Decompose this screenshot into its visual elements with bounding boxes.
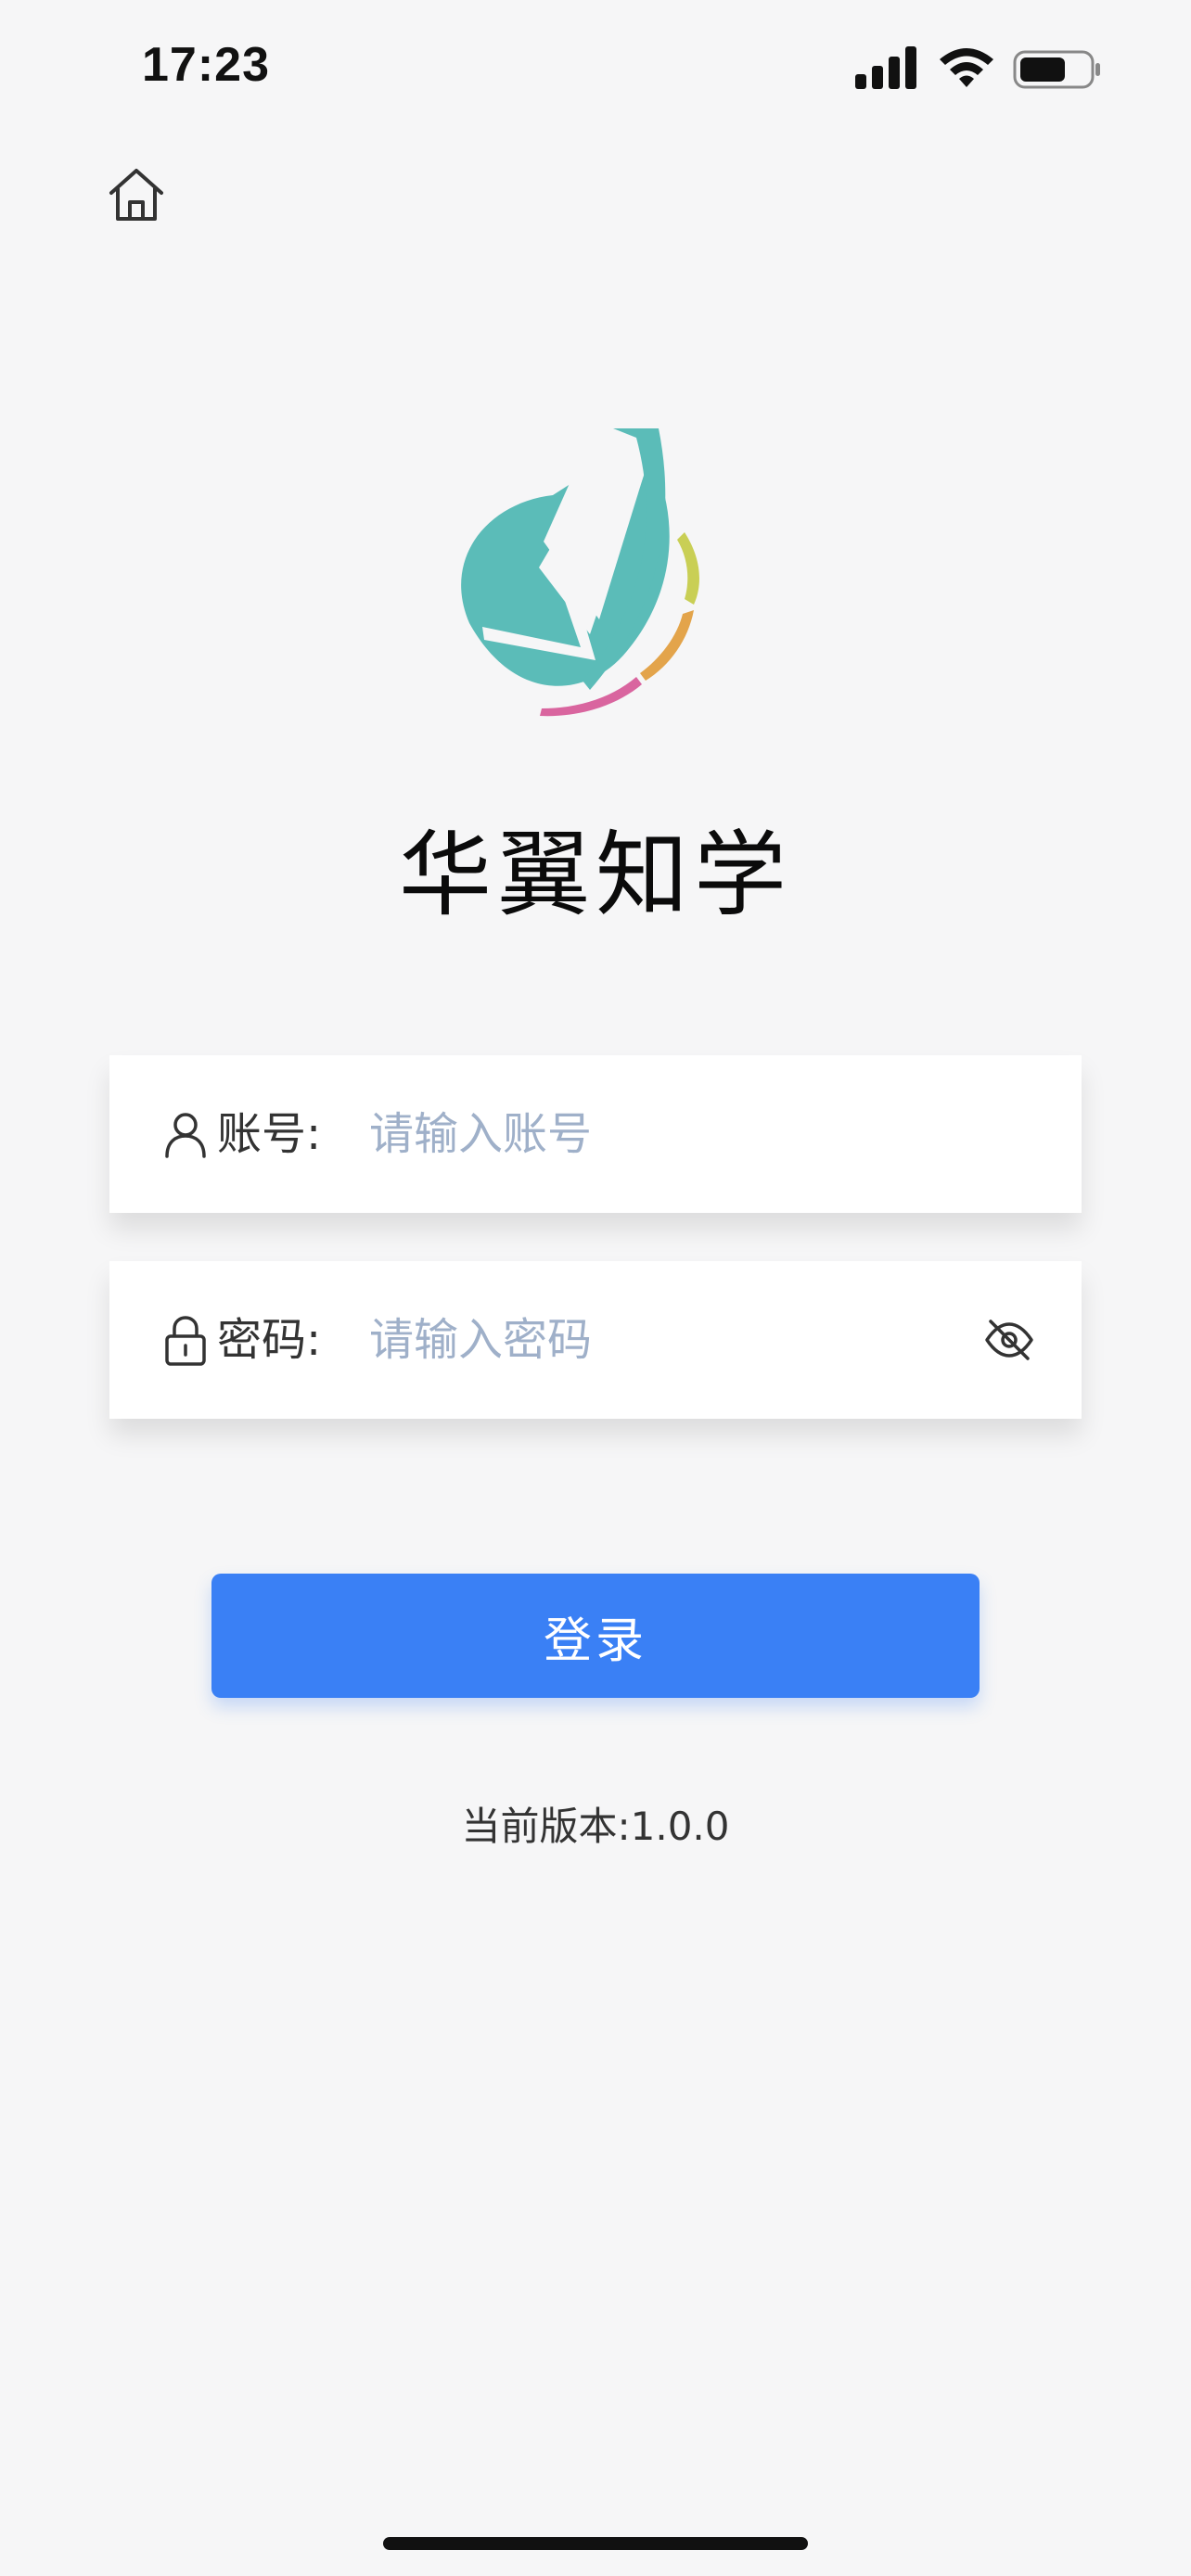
account-input[interactable] bbox=[369, 1092, 944, 1176]
account-label: 账号: bbox=[217, 1108, 322, 1160]
eye-off-icon[interactable] bbox=[981, 1312, 1037, 1368]
user-icon bbox=[165, 1113, 206, 1158]
signal-icon bbox=[855, 46, 916, 89]
login-screen: 17:23 华翼知学 账号: 请输入账号 密码: 登录 当前版本:1.0.0 bbox=[0, 0, 1191, 2576]
version-text: 当前版本:1.0.0 bbox=[461, 1804, 730, 1849]
status-time: 17:23 bbox=[142, 38, 270, 92]
password-label: 密码: bbox=[217, 1314, 322, 1366]
account-field: 账号: bbox=[109, 1055, 1082, 1213]
app-logo bbox=[461, 428, 699, 717]
password-input[interactable] bbox=[369, 1298, 944, 1382]
home-indicator[interactable] bbox=[383, 2537, 808, 2550]
login-button[interactable]: 登录 bbox=[211, 1574, 980, 1698]
lock-icon bbox=[165, 1316, 206, 1366]
home-icon[interactable] bbox=[104, 163, 169, 228]
wifi-icon bbox=[940, 48, 993, 87]
password-field: 密码: bbox=[109, 1261, 1082, 1419]
battery-icon bbox=[1013, 50, 1100, 89]
app-title: 华翼知学 bbox=[399, 821, 792, 929]
